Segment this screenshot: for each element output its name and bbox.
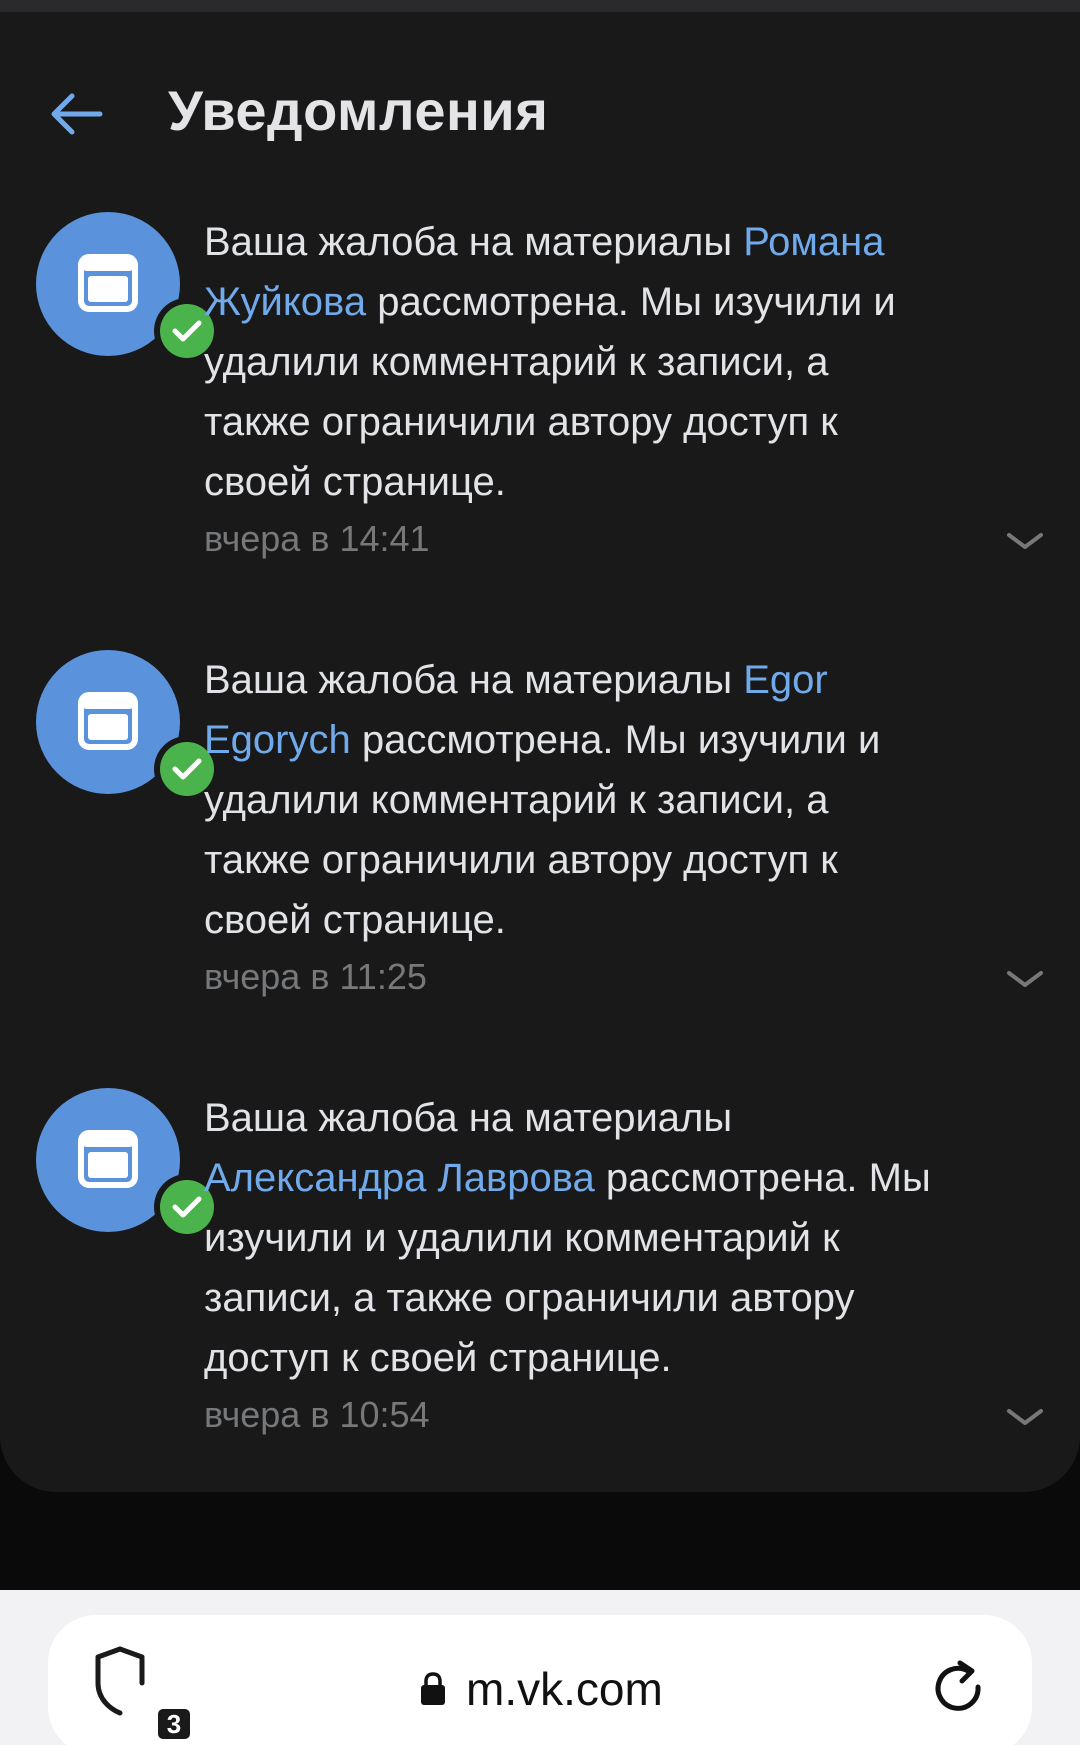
page: Уведомления Ваша жалоба на материалы Ром… (0, 0, 1080, 1745)
window-icon (78, 692, 138, 750)
notification-time: вчера в 10:54 (204, 1394, 430, 1435)
notification-time: вчера в 14:41 (204, 518, 430, 559)
reload-button[interactable] (928, 1657, 992, 1721)
notification-text-segment: рассмотрена. Мы изучили и (366, 280, 896, 324)
notification-text-line: Александра Лаврова рассмотрена. Мы (204, 1148, 1054, 1208)
notification-text-line: Ваша жалоба на материалы Романа (204, 212, 1054, 272)
lock-icon (421, 1672, 445, 1705)
notification-text-segment: своей странице. (204, 898, 506, 942)
notification-text-line: доступ к своей странице. (204, 1328, 1054, 1388)
chevron-down-icon (1007, 971, 1043, 987)
chevron-down-icon (1007, 533, 1043, 549)
notification-text-line: своей странице. (204, 452, 1054, 512)
address-bar: 3 m.vk.com (48, 1615, 1032, 1745)
expand-button[interactable] (1000, 1400, 1050, 1436)
expand-button[interactable] (1000, 524, 1050, 560)
arrow-left-icon (51, 93, 103, 135)
notification-text-segment: удалили комментарий к записи, а (204, 340, 829, 384)
author-link[interactable]: Жуйкова (204, 280, 366, 324)
tabs-button[interactable]: 3 (92, 1643, 190, 1739)
check-icon (172, 320, 202, 342)
notification-text-segment: своей странице. (204, 460, 506, 504)
status-strip (0, 0, 1080, 12)
author-link[interactable]: Egor (743, 658, 828, 702)
notifications-panel: Уведомления Ваша жалоба на материалы Ром… (0, 12, 1080, 1492)
notification-text-segment: удалили комментарий к записи, а (204, 778, 829, 822)
shield-icon (95, 1646, 145, 1716)
author-link[interactable]: Александра Лаврова (204, 1156, 595, 1200)
notification-text-line: Ваша жалоба на материалы Egor (204, 650, 1054, 710)
notification-avatar (36, 212, 220, 364)
window-icon (78, 1130, 138, 1188)
notification-avatar (36, 1088, 220, 1240)
page-title: Уведомления (168, 79, 549, 142)
notification-text-line: Egorych рассмотрена. Мы изучили и (204, 710, 1054, 770)
notification-text-line: Жуйкова рассмотрена. Мы изучили и (204, 272, 1054, 332)
notification-text-segment: Ваша жалоба на материалы (204, 1096, 733, 1140)
browser-bottom-bar: 3 m.vk.com (0, 1590, 1080, 1745)
notification-text-line: изучили и удалили комментарий к (204, 1208, 1054, 1268)
notification-text-segment: доступ к своей странице. (204, 1336, 672, 1380)
notification-text-line: также ограничили автору доступ к (204, 392, 1054, 452)
notification-text-segment: Ваша жалоба на материалы (204, 658, 744, 702)
notification-text-segment: рассмотрена. Мы (594, 1156, 931, 1200)
notification-text-line: Ваша жалоба на материалы (204, 1088, 1054, 1148)
notification-text: Ваша жалоба на материалы Александра Лавро… (204, 1088, 1054, 1388)
notification-time: вчера в 11:25 (204, 956, 427, 997)
notification-text-line: удалили комментарий к записи, а (204, 332, 1054, 392)
url-field[interactable]: m.vk.com (420, 1659, 663, 1719)
notification-text-line: также ограничили автору доступ к (204, 830, 1054, 890)
window-icon (78, 254, 138, 312)
notification-text-segment: Ваша жалоба на материалы (204, 220, 744, 264)
notification-text-segment: записи, а также ограничили автору (204, 1276, 855, 1320)
tab-count-badge: 3 (158, 1709, 190, 1739)
notification-text-segment: также ограничили автору доступ к (204, 838, 838, 882)
notification-text-segment: рассмотрена. Мы изучили и (350, 718, 881, 762)
author-link[interactable]: Романа (743, 220, 884, 264)
notification-text-segment: также ограничили автору доступ к (204, 400, 838, 444)
reload-icon (935, 1660, 981, 1711)
notification-text-segment: изучили и удалили комментарий к (204, 1216, 840, 1260)
notification-avatar (36, 650, 220, 802)
author-link[interactable]: Egorych (204, 718, 351, 762)
header: Уведомления (0, 52, 1080, 172)
check-icon (172, 758, 202, 780)
notification-text-line: своей странице. (204, 890, 1054, 950)
notification-text: Ваша жалоба на материалы Egor Egorych рас… (204, 650, 1054, 950)
notification-text-line: удалили комментарий к записи, а (204, 770, 1054, 830)
chevron-down-icon (1007, 1409, 1043, 1425)
expand-button[interactable] (1000, 962, 1050, 998)
back-button[interactable] (36, 74, 116, 154)
notification-text: Ваша жалоба на материалы Романа Жуйкова р… (204, 212, 1054, 512)
notification-text-line: записи, а также ограничили автору (204, 1268, 1054, 1328)
check-icon (172, 1196, 202, 1218)
url-text: m.vk.com (466, 1663, 663, 1715)
